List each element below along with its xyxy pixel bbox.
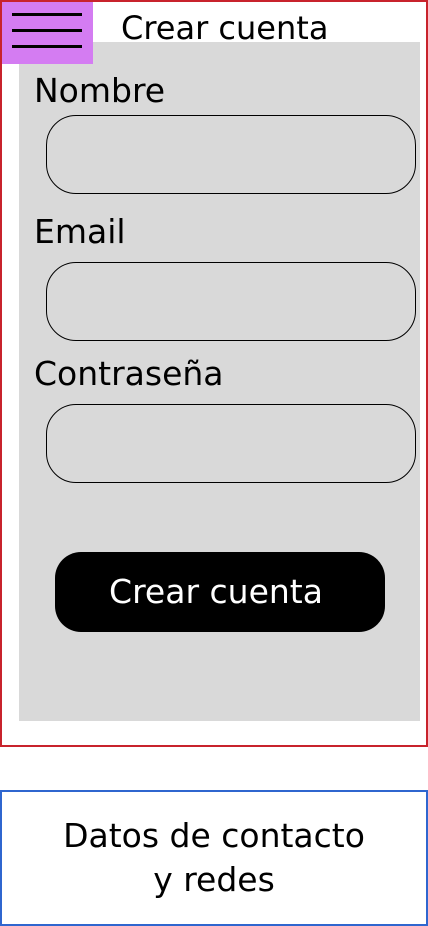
contact-info-text: Datos de contacto y redes: [63, 816, 365, 899]
password-label: Contraseña: [34, 354, 224, 393]
create-account-button[interactable]: Crear cuenta: [55, 552, 385, 632]
email-label: Email: [34, 212, 126, 251]
create-account-screen: Crear cuenta Nombre Email Contraseña Cre…: [0, 0, 428, 747]
contact-footer: Datos de contacto y redes: [0, 790, 428, 926]
hamburger-menu-icon[interactable]: [2, 2, 93, 64]
email-input[interactable]: [46, 262, 416, 341]
menu-bar: [12, 45, 82, 48]
name-label: Nombre: [34, 71, 166, 110]
password-input[interactable]: [46, 404, 416, 483]
name-input[interactable]: [46, 115, 416, 194]
menu-bar: [12, 13, 82, 16]
menu-bar: [12, 29, 82, 32]
signup-form: Nombre Email Contraseña Crear cuenta: [19, 42, 420, 721]
